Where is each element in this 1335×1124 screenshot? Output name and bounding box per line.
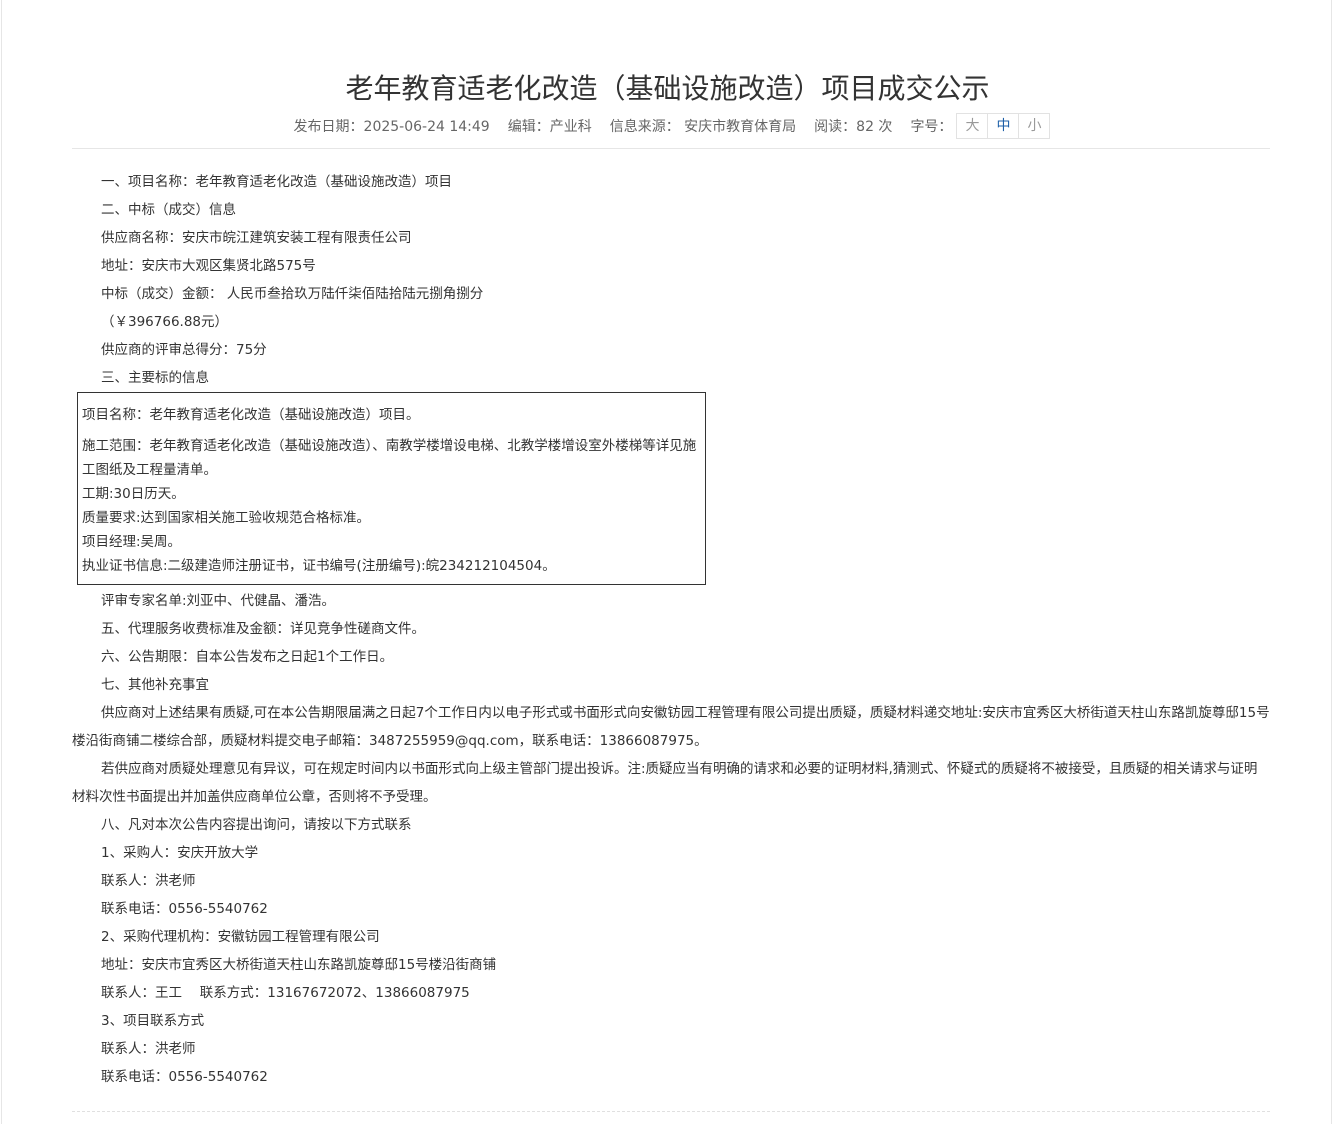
winning-amount-number: （￥396766.88元） bbox=[101, 314, 229, 330]
supplier-name: 供应商名称：安庆市皖江建筑安装工程有限责任公司 bbox=[101, 230, 412, 246]
winning-amount: 中标（成交）金额： 人民币叁拾玖万陆仟柒佰陆拾陆元捌角捌分 bbox=[101, 286, 484, 302]
purchaser-phone: 联系电话：0556-5540762 bbox=[101, 901, 268, 917]
article-content: 一、项目名称：老年教育适老化改造（基础设施改造）项目 二、中标（成交）信息 供应… bbox=[72, 168, 1270, 1091]
editor: 编辑：产业科 bbox=[507, 119, 592, 135]
font-size-large-button[interactable]: 大 bbox=[957, 114, 989, 138]
project-contact-person: 联系人：洪老师 bbox=[101, 1041, 196, 1057]
section-agency-fee: 五、代理服务收费标准及金额：详见竞争性磋商文件。 bbox=[101, 621, 425, 637]
expert-list: 评审专家名单:刘亚中、代健晶、潘浩。 bbox=[101, 593, 336, 609]
agency-contact: 联系人：王工 联系方式：13167672072、13866087975 bbox=[101, 985, 470, 1001]
read-count: 阅读：82 次 bbox=[814, 119, 893, 135]
purchaser: 1、采购人：安庆开放大学 bbox=[101, 845, 259, 861]
section-main-subject: 三、主要标的信息 bbox=[101, 370, 209, 386]
box-duration: 工期:30日历天。 bbox=[82, 486, 185, 502]
content-bottom-divider bbox=[72, 1111, 1270, 1112]
section-winning-info: 二、中标（成交）信息 bbox=[101, 202, 236, 218]
section-project-name: 一、项目名称：老年教育适老化改造（基础设施改造）项目 bbox=[101, 174, 452, 190]
section-contact: 八、凡对本次公告内容提出询问，请按以下方式联系 bbox=[101, 817, 412, 833]
page-title: 老年教育适老化改造（基础设施改造）项目成交公示 bbox=[345, 71, 990, 105]
agency-address: 地址：安庆市宜秀区大桥街道天柱山东路凯旋尊邸15号楼沿街商铺 bbox=[101, 957, 497, 973]
box-certificate: 执业证书信息:二级建造师注册证书，证书编号(注册编号):皖23421210450… bbox=[82, 558, 556, 574]
complaint-paragraph: 若供应商对质疑处理意见有异议，可在规定时间内以书面形式向上级主管部门提出投诉。注… bbox=[72, 761, 1258, 805]
project-contact-phone: 联系电话：0556-5540762 bbox=[101, 1069, 268, 1085]
agency: 2、采购代理机构：安徽钫园工程管理有限公司 bbox=[101, 929, 380, 945]
box-quality: 质量要求:达到国家相关施工验收规范合格标准。 bbox=[82, 510, 371, 526]
article-meta: 发布日期：2025-06-24 14:49 编辑：产业科 信息来源： 安庆市教育… bbox=[0, 112, 1335, 140]
section-notice-period: 六、公告期限：自本公告发布之日起1个工作日。 bbox=[101, 649, 394, 665]
publish-date: 发布日期：2025-06-24 14:49 bbox=[293, 119, 490, 135]
font-size-medium-button[interactable]: 中 bbox=[988, 114, 1020, 138]
info-source: 信息来源： 安庆市教育体育局 bbox=[609, 119, 797, 135]
section-other-matters: 七、其他补充事宜 bbox=[101, 677, 209, 693]
supplier-score: 供应商的评审总得分：75分 bbox=[101, 342, 267, 358]
supplier-address: 地址：安庆市大观区集贤北路575号 bbox=[101, 258, 316, 274]
font-size-switcher: 大 中 小 bbox=[956, 113, 1051, 139]
box-project-manager: 项目经理:吴周。 bbox=[82, 534, 182, 550]
project-contact-heading: 3、项目联系方式 bbox=[101, 1013, 205, 1029]
box-construction-scope: 施工范围：老年教育适老化改造（基础设施改造）、南教学楼增设电梯、北教学楼增设室外… bbox=[82, 438, 697, 478]
purchaser-contact: 联系人：洪老师 bbox=[101, 873, 196, 889]
page-right-border bbox=[1331, 0, 1332, 1124]
subject-info-box: 项目名称：老年教育适老化改造（基础设施改造）项目。 施工范围：老年教育适老化改造… bbox=[77, 392, 706, 585]
font-size-label: 字号： bbox=[910, 119, 953, 135]
title-divider bbox=[72, 148, 1270, 149]
challenge-paragraph: 供应商对上述结果有质疑,可在本公告期限届满之日起7个工作日内以电子形式或书面形式… bbox=[72, 705, 1270, 749]
box-project-name: 项目名称：老年教育适老化改造（基础设施改造）项目。 bbox=[82, 407, 420, 423]
font-size-small-button[interactable]: 小 bbox=[1019, 114, 1049, 138]
page-left-border bbox=[1, 0, 2, 1124]
